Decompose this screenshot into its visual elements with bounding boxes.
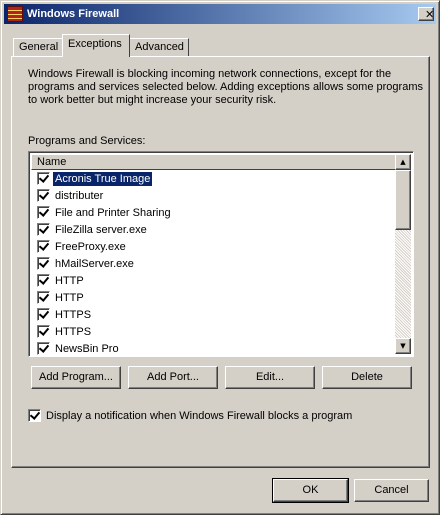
- cancel-button[interactable]: Cancel: [354, 479, 429, 502]
- window-title: Windows Firewall: [27, 8, 120, 20]
- ok-button[interactable]: OK: [272, 478, 349, 503]
- close-icon: ✕: [425, 8, 435, 21]
- tab-exceptions[interactable]: Exceptions: [62, 34, 130, 57]
- firewall-brick-icon: [7, 6, 23, 22]
- title-bar[interactable]: Windows Firewall ✕: [4, 4, 436, 24]
- tab-label: Advanced: [135, 41, 184, 53]
- exceptions-tab-panel: [11, 56, 430, 468]
- tab-label: Exceptions: [68, 38, 122, 50]
- windows-firewall-dialog: Windows Firewall ✕ General Exceptions Ad…: [0, 0, 440, 515]
- tab-general[interactable]: General: [13, 38, 63, 57]
- close-button[interactable]: ✕: [418, 7, 434, 21]
- tab-label: General: [19, 41, 59, 53]
- tab-advanced[interactable]: Advanced: [129, 38, 189, 57]
